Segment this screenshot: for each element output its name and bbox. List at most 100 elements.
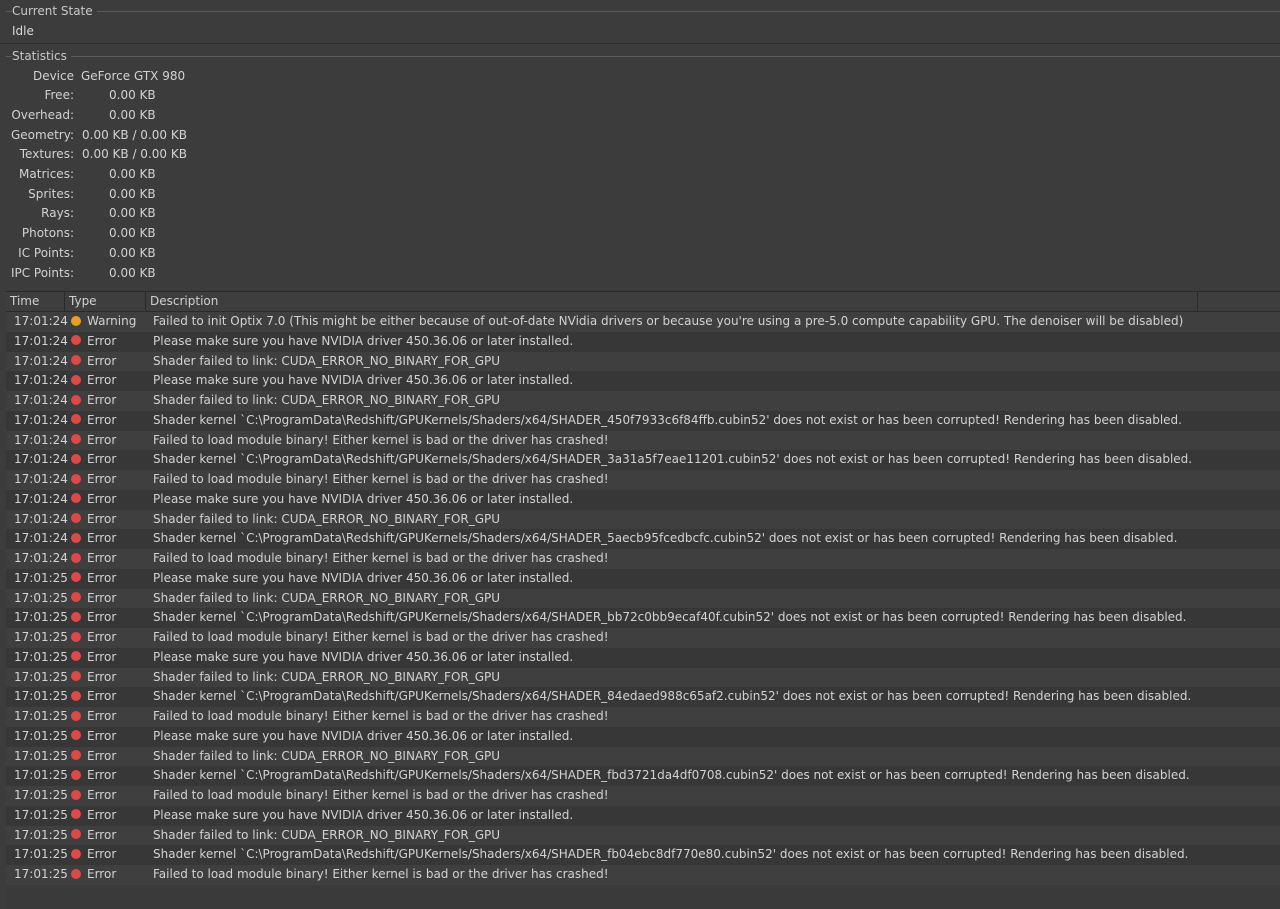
log-type: Error xyxy=(71,470,116,490)
log-time: 17:01:24 xyxy=(14,472,68,486)
log-time: 17:01:24 xyxy=(14,452,68,467)
log-time: 17:01:24 xyxy=(14,432,68,447)
log-type: Error xyxy=(71,352,116,372)
log-description: Shader failed to link: CUDA_ERROR_NO_BIN… xyxy=(153,393,501,407)
log-row[interactable]: 17:01:24 Error Please make sure you have N… xyxy=(6,371,1280,391)
error-icon xyxy=(71,671,81,681)
log-type-label: Error xyxy=(87,728,117,743)
log-description: Failed to load module binary! Either ker… xyxy=(153,630,609,644)
log-type-label: Error xyxy=(87,709,117,723)
column-header-type[interactable]: Type xyxy=(65,292,146,311)
column-header-description[interactable]: Description xyxy=(146,292,1198,311)
stat-value: 0.00 KB xyxy=(109,167,156,181)
log-row[interactable]: 17:01:24 Error Shader failed to link: CUDA… xyxy=(6,391,1280,411)
warning-icon xyxy=(71,315,81,326)
log-description: Shader failed to link: CUDA_ERROR_NO_BIN… xyxy=(153,669,501,684)
log-description: Shader kernel `C:\ProgramData\Redshift/G… xyxy=(153,689,1192,704)
error-icon xyxy=(71,651,81,662)
log-row[interactable]: 17:01:25 Error Failed to load module binar… xyxy=(6,628,1280,648)
stat-value: 0.00 KB xyxy=(109,88,156,103)
section-separator xyxy=(0,43,1280,44)
log-type-label: Error xyxy=(87,333,117,348)
log-row[interactable]: 17:01:25 Error Shader kernel `C:\ProgramDa… xyxy=(6,766,1280,786)
log-row[interactable]: 17:01:25 Error Shader failed to link: CUDA… xyxy=(6,588,1280,609)
stat-label: Geometry: xyxy=(10,127,74,142)
log-row[interactable]: 17:01:25 Error Please make sure you have N… xyxy=(6,568,1280,589)
log-time: 17:01:25 xyxy=(14,847,68,862)
log-row[interactable]: 17:01:24 Error Please make sure you have N… xyxy=(6,331,1280,352)
error-icon xyxy=(71,453,81,464)
log-description: Please make sure you have NVIDIA driver … xyxy=(153,491,574,506)
log-row[interactable]: 17:01:24 Error Failed to load module binar… xyxy=(6,430,1280,451)
log-row[interactable]: 17:01:25 Error Shader kernel `C:\ProgramDa… xyxy=(6,687,1280,707)
log-row[interactable]: 17:01:25 Error Shader kernel `C:\ProgramDa… xyxy=(6,608,1280,628)
log-row[interactable]: 17:01:24 Error Please make sure you have N… xyxy=(6,489,1280,510)
log-type-label: Error xyxy=(87,630,117,644)
log-type-label: Error xyxy=(87,432,117,447)
log-row[interactable]: 17:01:24 Error Failed to load module binar… xyxy=(6,549,1280,569)
log-type-label: Error xyxy=(87,452,117,467)
log-row[interactable]: 17:01:25 Error Failed to load module binar… xyxy=(6,786,1280,806)
log-row[interactable]: 17:01:25 Error Please make sure you have N… xyxy=(6,726,1280,747)
log-time: 17:01:25 xyxy=(14,610,68,625)
log-time: 17:01:24 xyxy=(14,393,68,407)
log-row[interactable]: 17:01:25 Error Failed to load module binar… xyxy=(6,707,1280,727)
log-type: Error xyxy=(71,431,116,451)
log-time: 17:01:25 xyxy=(14,728,68,743)
log-type: Error xyxy=(71,687,116,707)
log-description: Failed to load module binary! Either ker… xyxy=(153,432,609,447)
log-row[interactable]: 17:01:25 Error Shader kernel `C:\ProgramDa… xyxy=(6,845,1280,865)
log-time: 17:01:24 xyxy=(14,491,68,506)
log-type: Error xyxy=(71,391,116,411)
log-type-label: Error xyxy=(87,768,117,783)
current-state-value: Idle xyxy=(12,24,34,38)
log-time: 17:01:24 xyxy=(14,314,68,328)
log-time: 17:01:25 xyxy=(14,669,68,684)
error-icon xyxy=(71,414,81,425)
log-table[interactable]: Time Type Description 17:01:24 Warning Fai… xyxy=(6,291,1280,909)
statistics-title: Statistics xyxy=(12,49,71,63)
stat-value: 0.00 KB / 0.00 KB xyxy=(82,147,187,162)
log-type: Error xyxy=(71,371,116,391)
stat-value: 0.00 KB xyxy=(109,186,156,201)
log-type-label: Error xyxy=(87,551,117,565)
column-header-extra[interactable] xyxy=(1198,292,1280,311)
log-type: Error xyxy=(71,845,116,865)
log-description: Shader kernel `C:\ProgramData\Redshift/G… xyxy=(153,610,1187,625)
log-row[interactable]: 17:01:25 Error Failed to load module binar… xyxy=(6,865,1280,885)
log-type-label: Error xyxy=(87,788,117,802)
log-row[interactable]: 17:01:24 Error Shader failed to link: CUDA… xyxy=(6,351,1280,372)
log-description: Failed to load module binary! Either ker… xyxy=(153,867,609,881)
log-table-body: 17:01:24 Warning Failed to init Optix 7.0 … xyxy=(6,312,1280,885)
log-row[interactable]: 17:01:24 Error Shader failed to link: CUDA… xyxy=(6,509,1280,530)
log-row[interactable]: 17:01:24 Warning Failed to init Optix 7.0 … xyxy=(6,312,1280,332)
log-description: Failed to load module binary! Either ker… xyxy=(153,551,609,565)
log-description: Shader failed to link: CUDA_ERROR_NO_BIN… xyxy=(153,511,501,526)
log-type-label: Error xyxy=(87,827,117,842)
log-type-label: Error xyxy=(87,472,117,486)
statistics-divider xyxy=(6,56,1280,57)
log-type: Error xyxy=(71,332,116,352)
log-row[interactable]: 17:01:25 Error Please make sure you have N… xyxy=(6,647,1280,668)
column-header-time[interactable]: Time xyxy=(6,292,65,311)
error-icon xyxy=(71,789,81,800)
log-description: Shader kernel `C:\ProgramData\Redshift/G… xyxy=(153,412,1182,427)
log-type: Error xyxy=(71,786,116,806)
log-row[interactable]: 17:01:24 Error Shader kernel `C:\ProgramDa… xyxy=(6,410,1280,431)
log-row[interactable]: 17:01:24 Error Failed to load module binar… xyxy=(6,470,1280,490)
log-time: 17:01:24 xyxy=(14,511,68,526)
log-row[interactable]: 17:01:25 Error Please make sure you have N… xyxy=(6,805,1280,826)
log-type: Error xyxy=(71,510,116,530)
stat-label: IC Points: xyxy=(18,245,74,260)
log-row[interactable]: 17:01:25 Error Shader failed to link: CUDA… xyxy=(6,667,1280,688)
log-row[interactable]: 17:01:24 Error Shader kernel `C:\ProgramDa… xyxy=(6,450,1280,470)
error-icon xyxy=(71,611,81,622)
error-icon xyxy=(71,769,81,780)
log-row[interactable]: 17:01:25 Error Shader failed to link: CUDA… xyxy=(6,825,1280,846)
log-row[interactable]: 17:01:25 Error Shader failed to link: CUDA… xyxy=(6,746,1280,767)
error-icon xyxy=(71,829,81,839)
error-icon xyxy=(71,572,81,583)
log-row[interactable]: 17:01:24 Error Shader kernel `C:\ProgramDa… xyxy=(6,529,1280,549)
log-type: Error xyxy=(71,490,116,510)
current-state-divider xyxy=(6,11,1280,12)
